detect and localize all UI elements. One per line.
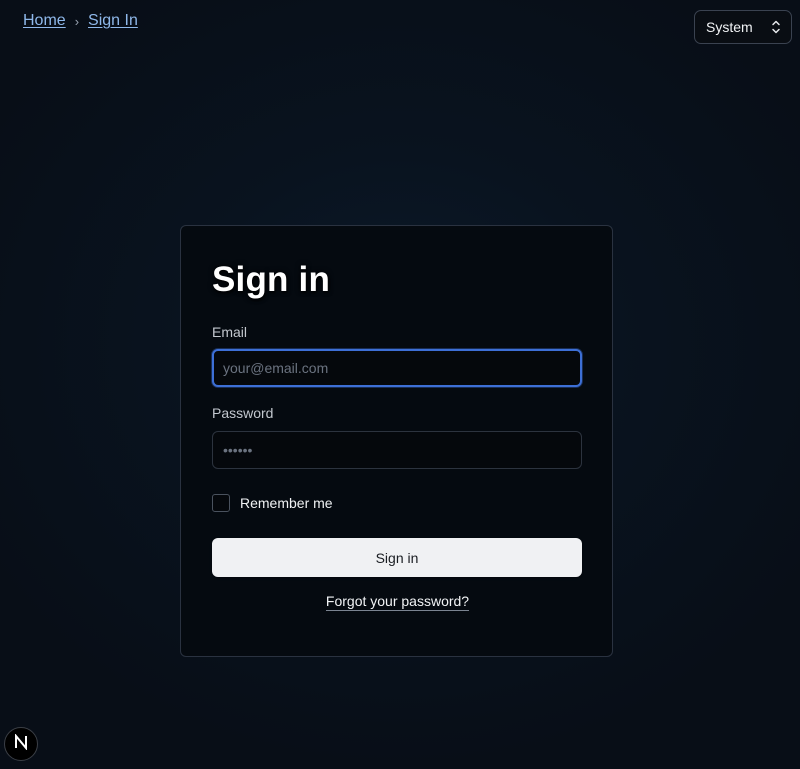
- breadcrumb-home-link[interactable]: Home: [23, 12, 66, 30]
- breadcrumb: Home › Sign In: [23, 12, 138, 30]
- breadcrumb-sign-in-link[interactable]: Sign In: [88, 12, 138, 30]
- password-label: Password: [212, 405, 274, 421]
- remember-me-label[interactable]: Remember me: [240, 495, 333, 511]
- forgot-password-container: Forgot your password?: [181, 593, 614, 611]
- nextjs-logo-icon: [13, 732, 29, 755]
- chevron-up-down-icon: [771, 18, 781, 36]
- remember-me-checkbox[interactable]: [212, 494, 230, 512]
- sign-in-card: Sign in Email Password Remember me Sign …: [180, 225, 613, 657]
- theme-select-value: System: [706, 19, 753, 35]
- breadcrumb-separator: ›: [74, 13, 80, 29]
- forgot-password-link[interactable]: Forgot your password?: [325, 593, 470, 611]
- nextjs-dev-badge[interactable]: [4, 727, 38, 761]
- email-field[interactable]: [212, 349, 582, 387]
- page-title: Sign in: [212, 260, 331, 299]
- password-field[interactable]: [212, 431, 582, 469]
- email-label: Email: [212, 324, 248, 340]
- theme-select[interactable]: System: [694, 10, 792, 44]
- sign-in-button[interactable]: Sign in: [212, 538, 582, 577]
